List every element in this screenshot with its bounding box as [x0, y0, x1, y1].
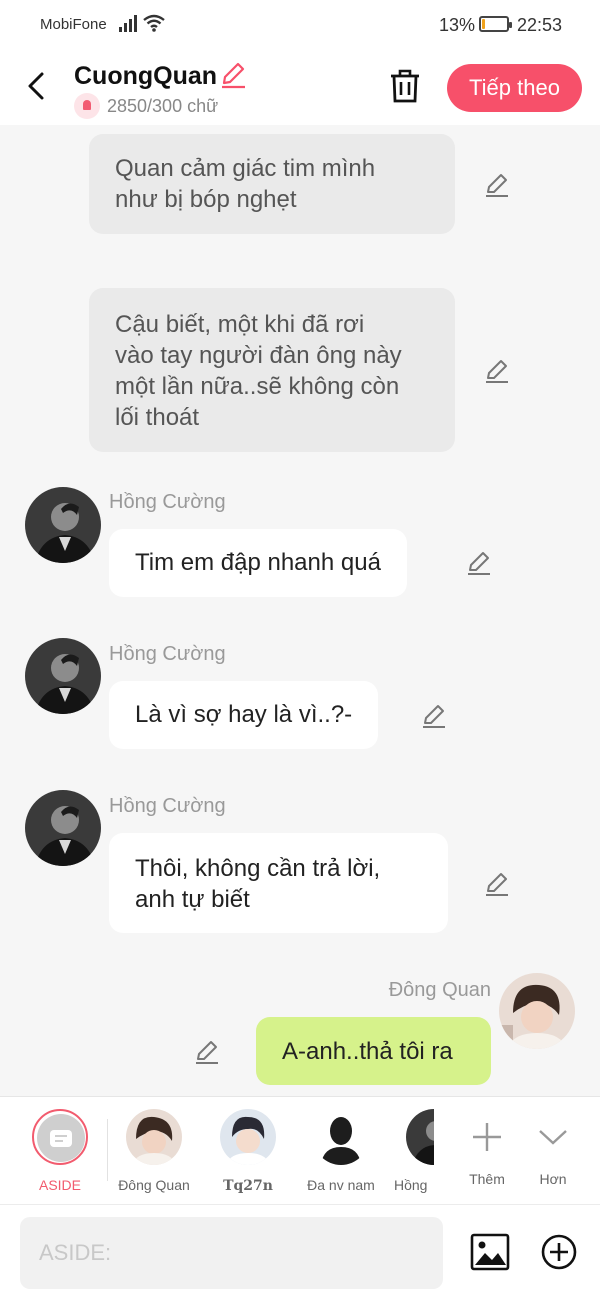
- character-avatar: [406, 1109, 434, 1165]
- bell-icon: [74, 93, 100, 119]
- character-label: Tq27n: [223, 1178, 273, 1194]
- message-input[interactable]: [20, 1217, 443, 1289]
- message-bubble[interactable]: Là vì sợ hay là vì..?-: [109, 681, 379, 749]
- app-header: CuongQuan 2850/300 chữ Tiếp theo: [0, 50, 600, 125]
- character-avatar: [313, 1109, 369, 1165]
- message-line: Tim em đập nhanh quá: [135, 549, 381, 576]
- add-circle-icon[interactable]: [540, 1233, 578, 1271]
- edit-message-icon[interactable]: [465, 549, 493, 577]
- aside-bubble[interactable]: Cậu biết, một khi đã rơi vào tay người đ…: [89, 288, 455, 452]
- character-label: Hồng: [394, 1177, 428, 1193]
- edit-message-icon[interactable]: [193, 1038, 221, 1066]
- sender-name: Hồng Cường: [109, 643, 226, 665]
- trash-icon[interactable]: [388, 68, 422, 104]
- expand-button[interactable]: Hơn: [528, 1109, 578, 1187]
- character-label: ASIDE: [38, 1177, 81, 1193]
- character-avatar: [126, 1109, 182, 1165]
- character-hong[interactable]: Hồng: [394, 1109, 434, 1193]
- edit-message-icon[interactable]: [483, 357, 511, 385]
- more-characters-button[interactable]: Thêm: [460, 1109, 514, 1187]
- character-avatar: [220, 1109, 276, 1165]
- edit-message-icon[interactable]: [483, 171, 511, 199]
- clock: 22:53: [517, 15, 563, 35]
- avatar-hong-cuong[interactable]: [25, 638, 101, 714]
- edit-message-icon[interactable]: [483, 870, 511, 898]
- message-line: Cậu biết, một khi đã rơi: [115, 311, 365, 338]
- aside-bubble[interactable]: Quan cảm giác tim mình như bị bóp nghẹt: [89, 134, 455, 234]
- message-line: một lần nữa..sẽ không còn: [115, 373, 400, 400]
- message-line: Là vì sợ hay là vì..?-: [135, 701, 353, 728]
- character-bar: ASIDE Đông Quan Tq27n Đa nv nam Hồng Thê…: [0, 1096, 600, 1204]
- message-line: vào tay người đàn ông này: [115, 342, 402, 369]
- sender-name: Hồng Cường: [109, 491, 226, 513]
- message-bubble[interactable]: Tim em đập nhanh quá: [109, 529, 407, 597]
- character-dong-quan[interactable]: Đông Quan: [114, 1109, 194, 1193]
- message-line: Quan cảm giác tim mình: [115, 155, 376, 182]
- battery-icon: [479, 16, 512, 32]
- aside-icon: [32, 1109, 88, 1165]
- image-icon[interactable]: [470, 1233, 510, 1271]
- character-da-nv-nam[interactable]: Đa nv nam: [300, 1109, 382, 1193]
- avatar-hong-cuong[interactable]: [25, 487, 101, 563]
- edit-title-icon[interactable]: [219, 61, 247, 89]
- message-line: A-anh..thả tôi ra: [282, 1038, 453, 1065]
- composer-bar: [0, 1204, 600, 1300]
- battery-percent: 13%: [439, 15, 476, 35]
- character-aside[interactable]: ASIDE: [29, 1109, 91, 1193]
- wifi-icon: [143, 14, 165, 32]
- character-label: Đa nv nam: [307, 1177, 375, 1193]
- message-bubble[interactable]: A-anh..thả tôi ra: [256, 1017, 491, 1085]
- character-tq27n[interactable]: Tq27n: [208, 1109, 288, 1194]
- message-bubble[interactable]: Thôi, không cần trả lời, anh tự biết: [109, 833, 448, 933]
- plus-icon: [473, 1123, 501, 1151]
- sender-name: Đông Quan: [388, 979, 491, 1001]
- word-count: 2850/300 chữ: [107, 96, 219, 116]
- avatar-hong-cuong[interactable]: [25, 790, 101, 866]
- status-bar: MobiFone 13% 22:53: [0, 0, 600, 50]
- battery-level-fill: [482, 19, 486, 29]
- character-label: Đông Quan: [118, 1177, 190, 1193]
- message-line: như bị bóp nghẹt: [115, 186, 297, 213]
- next-button[interactable]: Tiếp theo: [447, 64, 582, 112]
- signal-icon: [119, 14, 139, 32]
- message-line: anh tự biết: [135, 886, 250, 913]
- story-title: CuongQuan: [74, 62, 218, 90]
- message-line: Thôi, không cần trả lời,: [135, 855, 381, 882]
- sender-name: Hồng Cường: [109, 795, 226, 817]
- carrier-name: MobiFone: [40, 16, 107, 33]
- expand-label: Hơn: [539, 1171, 567, 1187]
- divider: [107, 1119, 108, 1181]
- chevron-down-icon: [539, 1130, 567, 1145]
- edit-message-icon[interactable]: [420, 702, 448, 730]
- back-icon[interactable]: [22, 68, 52, 104]
- message-line: lối thoát: [115, 404, 200, 431]
- more-label: Thêm: [469, 1171, 505, 1187]
- avatar-dong-quan[interactable]: [499, 973, 575, 1049]
